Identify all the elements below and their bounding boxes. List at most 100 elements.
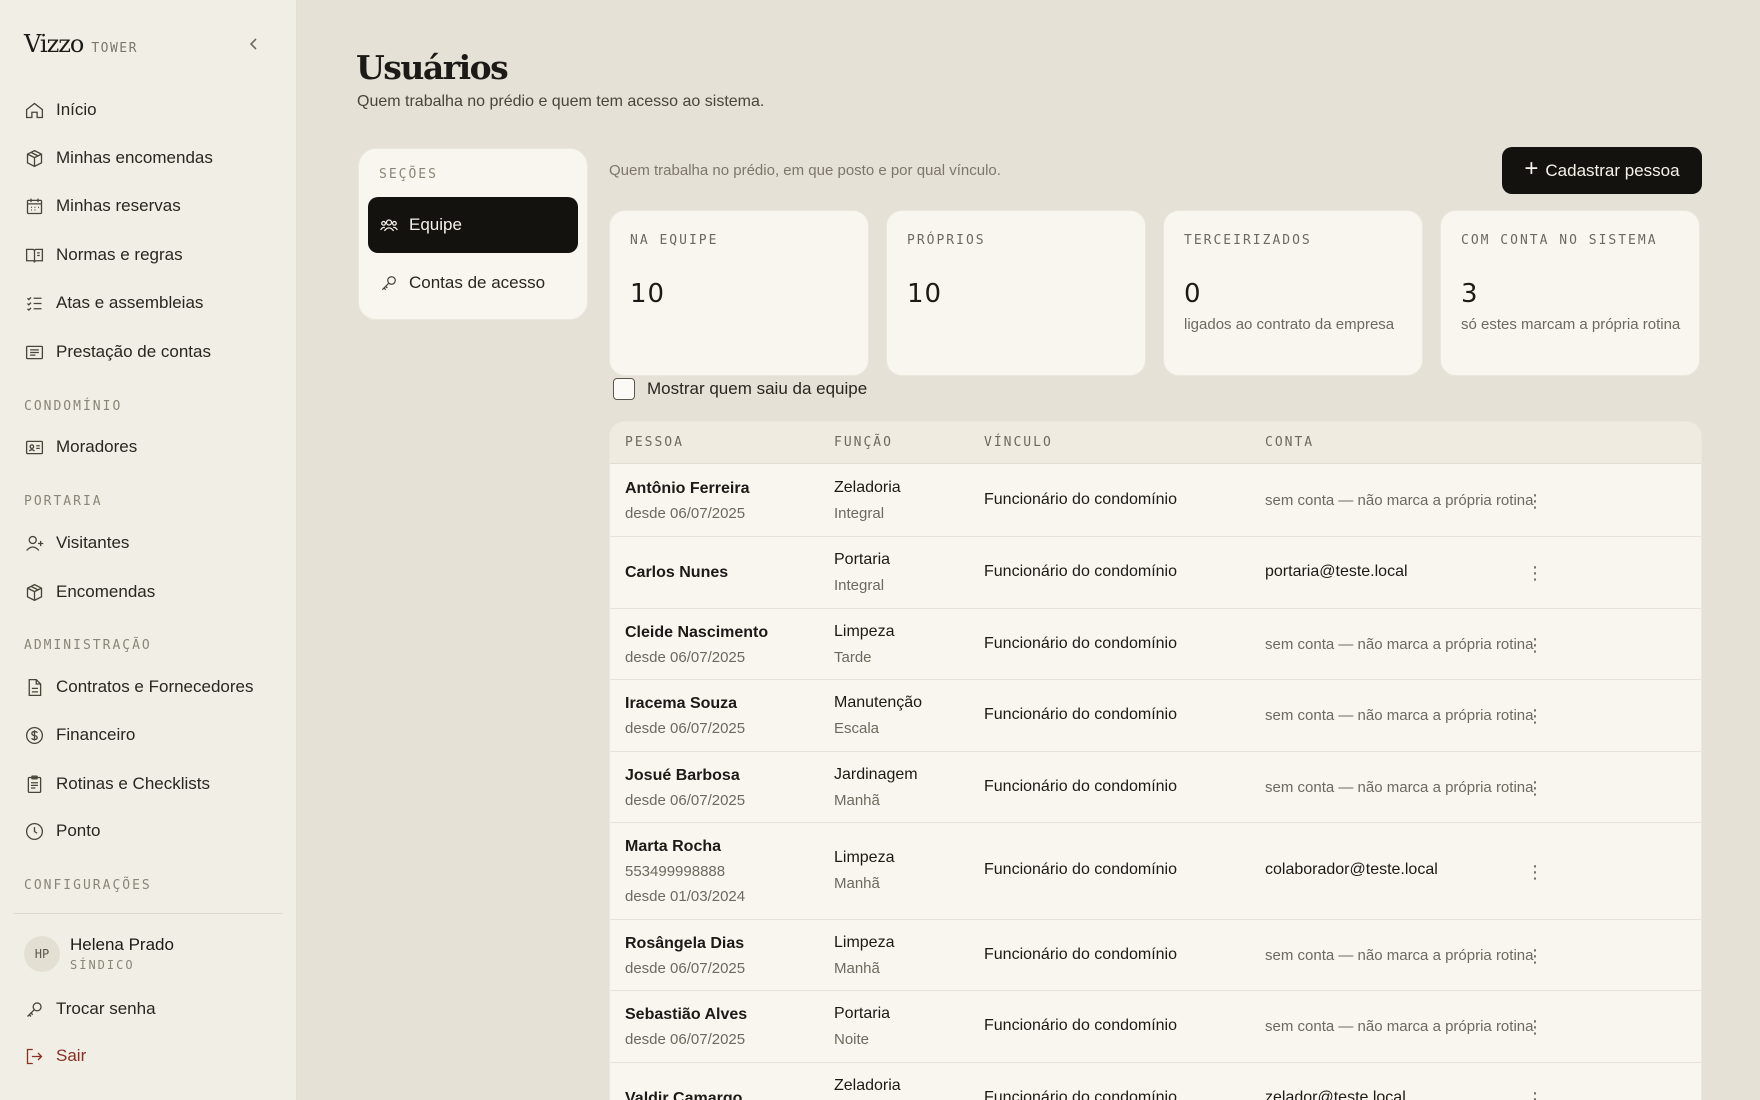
person-shift: Tarde <box>834 649 872 666</box>
person-bond: Funcionário do condomínio <box>984 861 1178 878</box>
dollar-icon <box>25 726 44 744</box>
section-tab-contas[interactable]: Contas de acesso <box>368 255 578 311</box>
table-row[interactable]: Marta Rocha 553499998888 desde 01/03/202… <box>610 823 1701 920</box>
nav-section-administracao: ADMINISTRAÇÃO <box>24 638 152 653</box>
person-shift: Integral <box>834 505 885 522</box>
nav-item-normas[interactable]: Normas e regras <box>24 239 183 271</box>
person-role: Manutenção <box>834 694 923 711</box>
person-name: Carlos Nunes <box>625 564 729 581</box>
person-bond: Funcionário do condomínio <box>984 1089 1178 1100</box>
package-icon <box>26 149 43 167</box>
table-row[interactable]: Valdir Camargo Zeladoria Funcionário do … <box>610 1063 1701 1100</box>
row-menu-icon[interactable]: ⋮ <box>1523 1015 1547 1039</box>
table-row[interactable]: Carlos Nunes Portaria Integral Funcionár… <box>610 537 1701 609</box>
show-former-checkbox[interactable] <box>613 378 635 400</box>
nav-item-financeiro[interactable]: Financeiro <box>24 719 135 751</box>
stat-label: PRÓPRIOS <box>907 233 986 248</box>
stat-value: 3 <box>1461 279 1479 309</box>
person-name: Josué Barbosa <box>625 767 740 784</box>
user-name: Helena Prado <box>70 935 174 954</box>
page-title: Usuários <box>356 48 509 87</box>
nav-item-label: Minhas reservas <box>56 196 181 215</box>
person-role: Jardinagem <box>834 766 918 783</box>
logout-button[interactable]: Sair <box>24 1040 86 1072</box>
section-tab-equipe[interactable]: Equipe <box>368 197 578 253</box>
column-header-funcao[interactable]: FUNÇÃO <box>834 435 893 450</box>
nav-item-contratos[interactable]: Contratos e Fornecedores <box>24 671 254 703</box>
row-menu-icon[interactable]: ⋮ <box>1523 944 1547 968</box>
collapse-sidebar-button[interactable] <box>242 32 266 56</box>
nav-item-visitantes[interactable]: Visitantes <box>24 527 129 559</box>
add-person-label: Cadastrar pessoa <box>1545 160 1680 180</box>
nav-item-encomendas[interactable]: Encomendas <box>24 576 155 608</box>
person-name: Valdir Camargo <box>625 1090 743 1100</box>
person-account: sem conta — não marca a própria rotina <box>1265 1018 1534 1035</box>
nav-item-prestacao[interactable]: Prestação de contas <box>24 336 211 368</box>
nav-item-ponto[interactable]: Ponto <box>24 815 100 847</box>
row-menu-icon[interactable]: ⋮ <box>1523 489 1547 513</box>
chevron-left-icon <box>249 38 257 50</box>
person-role: Portaria <box>834 551 891 568</box>
nav-item-rotinas[interactable]: Rotinas e Checklists <box>24 768 210 800</box>
nav-item-inicio[interactable]: Início <box>24 94 97 126</box>
sections-panel: SEÇÕES Equipe Contas de acesso <box>358 148 588 320</box>
brand-logo[interactable]: Vizzo TOWER <box>24 30 138 58</box>
show-former-toggle[interactable]: Mostrar quem saiu da equipe <box>613 378 867 400</box>
nav-section-portaria: PORTARIA <box>24 494 103 509</box>
stat-label: COM CONTA NO SISTEMA <box>1461 233 1658 248</box>
person-role: Zeladoria <box>834 479 901 496</box>
row-menu-icon[interactable]: ⋮ <box>1523 1087 1547 1100</box>
nav-item-atas[interactable]: Atas e assembleias <box>24 287 203 319</box>
stat-card-terceirizados: TERCEIRIZADOS 0 ligados ao contrato da e… <box>1163 210 1423 376</box>
nav-item-minhas-reservas[interactable]: Minhas reservas <box>24 190 181 222</box>
table-row[interactable]: Cleide Nascimento desde 06/07/2025 Limpe… <box>610 609 1701 680</box>
table-row[interactable]: Rosângela Dias desde 06/07/2025 Limpeza … <box>610 920 1701 991</box>
column-header-pessoa[interactable]: PESSOA <box>625 435 684 450</box>
person-since: desde 06/07/2025 <box>625 792 746 809</box>
stat-value: 0 <box>1184 279 1202 309</box>
person-account: sem conta — não marca a própria rotina <box>1265 707 1534 724</box>
stat-note: só estes marcam a própria rotina <box>1461 316 1681 333</box>
person-shift: Manhã <box>834 792 880 809</box>
row-menu-icon[interactable]: ⋮ <box>1523 561 1547 585</box>
row-menu-icon[interactable]: ⋮ <box>1523 704 1547 728</box>
package-icon <box>26 583 43 601</box>
stat-label: NA EQUIPE <box>630 233 719 248</box>
sidebar: Vizzo TOWER Início Minhas encomendas Min… <box>0 0 297 1100</box>
table-row[interactable]: Antônio Ferreira desde 06/07/2025 Zelado… <box>610 465 1701 537</box>
column-header-vinculo[interactable]: VÍNCULO <box>984 435 1053 450</box>
table-row[interactable]: Iracema Souza desde 06/07/2025 Manutençã… <box>610 680 1701 752</box>
person-since: desde 01/03/2024 <box>625 888 746 905</box>
person-since: desde 06/07/2025 <box>625 649 746 666</box>
person-bond: Funcionário do condomínio <box>984 491 1178 508</box>
row-menu-icon[interactable]: ⋮ <box>1523 776 1547 800</box>
nav-item-moradores[interactable]: Moradores <box>24 431 137 463</box>
nav-item-label: Contratos e Fornecedores <box>56 677 254 696</box>
nav-item-label: Trocar senha <box>56 999 156 1018</box>
row-menu-icon[interactable]: ⋮ <box>1523 633 1547 657</box>
person-bond: Funcionário do condomínio <box>984 635 1178 652</box>
row-menu-icon[interactable]: ⋮ <box>1523 860 1547 884</box>
table-row[interactable]: Josué Barbosa desde 06/07/2025 Jardinage… <box>610 752 1701 823</box>
brand-sub: TOWER <box>91 41 138 56</box>
key-icon <box>27 1001 42 1017</box>
nav-section-condominio: CONDOMÍNIO <box>24 399 123 414</box>
stat-value: 10 <box>907 279 943 309</box>
person-name: Cleide Nascimento <box>625 624 769 641</box>
sidebar-divider <box>14 913 282 914</box>
add-person-button[interactable]: + Cadastrar pessoa <box>1502 147 1702 194</box>
nav-item-label: Rotinas e Checklists <box>56 774 211 793</box>
nav-item-label: Atas e assembleias <box>56 293 204 312</box>
change-password-button[interactable]: Trocar senha <box>24 993 156 1025</box>
avatar: HP <box>24 935 60 972</box>
user-profile[interactable]: HP Helena Prado SÍNDICO <box>24 935 174 972</box>
table-row[interactable]: Sebastião Alves desde 06/07/2025 Portari… <box>610 991 1701 1063</box>
sections-label: SEÇÕES <box>379 167 438 182</box>
nav-item-minhas-encomendas[interactable]: Minhas encomendas <box>24 142 213 174</box>
team-table: PESSOA FUNÇÃO VÍNCULO CONTA Antônio Ferr… <box>609 421 1702 1100</box>
column-header-conta[interactable]: CONTA <box>1265 435 1314 450</box>
nav-item-label: Visitantes <box>56 533 130 552</box>
stat-card-na-equipe: NA EQUIPE 10 <box>609 210 869 376</box>
person-role: Limpeza <box>834 623 895 640</box>
section-tab-label: Equipe <box>409 215 462 234</box>
